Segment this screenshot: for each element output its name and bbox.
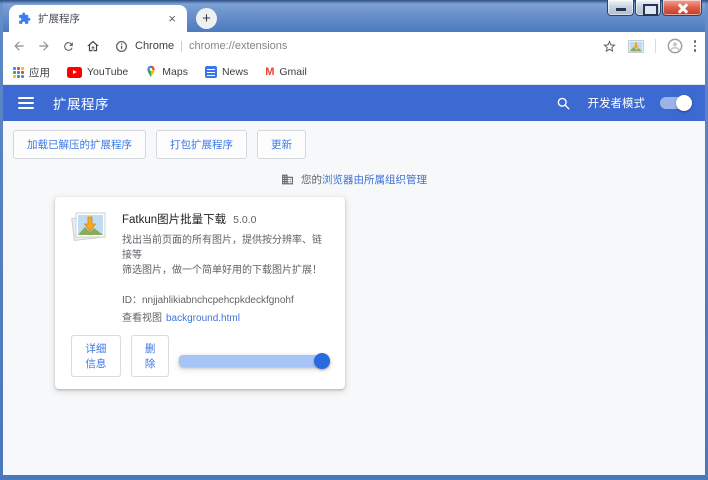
bookmark-label: News <box>222 66 248 78</box>
bookmark-label: 应用 <box>29 65 50 80</box>
hamburger-menu-icon[interactable] <box>18 95 34 111</box>
extension-card-footer: 详细信息 删除 <box>55 324 345 389</box>
browser-menu-icon[interactable] <box>694 39 697 53</box>
extension-card: Fatkun图片批量下载 5.0.0 找出当前页面的所有图片，提供按分辨率、链接等… <box>55 197 345 389</box>
bookmark-label: Maps <box>162 66 188 78</box>
minimize-button[interactable] <box>607 0 634 16</box>
managed-notice-prefix: 您的 <box>301 172 322 187</box>
extensions-content: 加载已解压的扩展程序 打包扩展程序 更新 您的 浏览器由所属组织管理 <box>3 121 705 475</box>
extension-name: Fatkun图片批量下载 <box>122 214 226 226</box>
header-right: 开发者模式 <box>556 95 691 111</box>
apps-grid-icon <box>13 67 24 78</box>
developer-mode-label: 开发者模式 <box>588 95 646 111</box>
youtube-icon <box>67 67 82 78</box>
bookmark-label: Gmail <box>279 66 306 78</box>
search-icon[interactable] <box>556 96 571 111</box>
window-controls <box>606 0 702 16</box>
bookmark-maps[interactable]: Maps <box>145 65 188 79</box>
maximize-button[interactable] <box>635 0 661 16</box>
maps-pin-icon <box>145 65 157 79</box>
toolbar-right <box>591 38 697 54</box>
extension-version: 5.0.0 <box>233 214 256 226</box>
description-line: 找出当前页面的所有图片，提供按分辨率、链接等 <box>122 233 329 263</box>
url-path: chrome://extensions <box>189 40 287 52</box>
organization-building-icon <box>281 173 294 186</box>
background-page-link[interactable]: background.html <box>166 313 240 324</box>
extension-description: 找出当前页面的所有图片，提供按分辨率、链接等 筛选图片，做一个简单好用的下载图片… <box>122 233 329 278</box>
browser-toolbar: Chrome | chrome://extensions <box>3 32 705 60</box>
developer-mode-toggle[interactable] <box>660 97 690 109</box>
url-separator: | <box>180 40 183 52</box>
inspect-views-line: 查看视图 background.html <box>122 309 329 324</box>
new-tab-button[interactable]: + <box>196 8 217 29</box>
browser-tab[interactable]: 扩展程序 × <box>9 5 187 32</box>
toolbar-divider <box>655 39 656 53</box>
bookmark-label: YouTube <box>87 66 128 78</box>
extension-puzzle-favicon-icon <box>18 12 31 25</box>
extension-id-label: ID： <box>122 295 142 306</box>
extension-card-main: Fatkun图片批量下载 5.0.0 找出当前页面的所有图片，提供按分辨率、链接等… <box>55 197 345 324</box>
browser-client-area: Chrome | chrome://extensions <box>3 32 705 475</box>
back-icon[interactable] <box>12 39 26 53</box>
managed-notice: 您的 浏览器由所属组织管理 <box>3 172 705 187</box>
actions-row: 加载已解压的扩展程序 打包扩展程序 更新 <box>3 121 705 159</box>
news-icon <box>205 66 217 78</box>
remove-button[interactable]: 删除 <box>131 335 170 377</box>
fatkun-toolbar-extension-icon[interactable] <box>628 40 644 53</box>
profile-avatar-icon[interactable] <box>667 38 683 54</box>
bookmark-youtube[interactable]: YouTube <box>67 66 128 78</box>
bookmark-star-icon[interactable] <box>602 39 617 54</box>
fatkun-extension-icon <box>71 210 107 324</box>
load-unpacked-button[interactable]: 加载已解压的扩展程序 <box>13 130 146 159</box>
inspect-views-label: 查看视图 <box>122 313 162 324</box>
bookmarks-bar: 应用 YouTube Maps News M Gmail <box>3 60 705 85</box>
extension-id-line: ID：nnjjahlikiabnchcpehcpkdeckfgnohf <box>122 291 329 306</box>
home-icon[interactable] <box>86 39 100 53</box>
managed-notice-link[interactable]: 浏览器由所属组织管理 <box>322 172 427 187</box>
address-bar[interactable]: Chrome | chrome://extensions <box>115 40 591 53</box>
forward-icon[interactable] <box>37 39 51 53</box>
site-info-icon[interactable] <box>115 40 128 53</box>
reload-icon[interactable] <box>62 40 75 53</box>
extension-card-text: Fatkun图片批量下载 5.0.0 找出当前页面的所有图片，提供按分辨率、链接等… <box>122 210 329 324</box>
details-button[interactable]: 详细信息 <box>71 335 121 377</box>
tab-title: 扩展程序 <box>38 11 166 26</box>
description-line: 筛选图片，做一个简单好用的下载图片扩展！ <box>122 263 329 278</box>
extensions-page-header: 扩展程序 开发者模式 <box>3 85 705 121</box>
pack-extension-button[interactable]: 打包扩展程序 <box>156 130 247 159</box>
bookmark-gmail[interactable]: M Gmail <box>265 66 307 78</box>
bookmark-news[interactable]: News <box>205 66 248 78</box>
close-window-button[interactable] <box>662 0 702 16</box>
tab-close-icon[interactable]: × <box>166 12 178 25</box>
gmail-m-icon: M <box>265 66 274 78</box>
update-button[interactable]: 更新 <box>257 130 306 159</box>
page-title: 扩展程序 <box>53 93 109 113</box>
tab-strip: 扩展程序 × + <box>3 0 705 32</box>
extension-title-row: Fatkun图片批量下载 5.0.0 <box>122 210 329 228</box>
bookmark-apps[interactable]: 应用 <box>13 65 50 80</box>
extension-id-value: nnjjahlikiabnchcpehcpkdeckfgnohf <box>142 295 294 306</box>
extension-enabled-toggle[interactable] <box>179 355 329 367</box>
url-site-label: Chrome <box>135 40 174 52</box>
